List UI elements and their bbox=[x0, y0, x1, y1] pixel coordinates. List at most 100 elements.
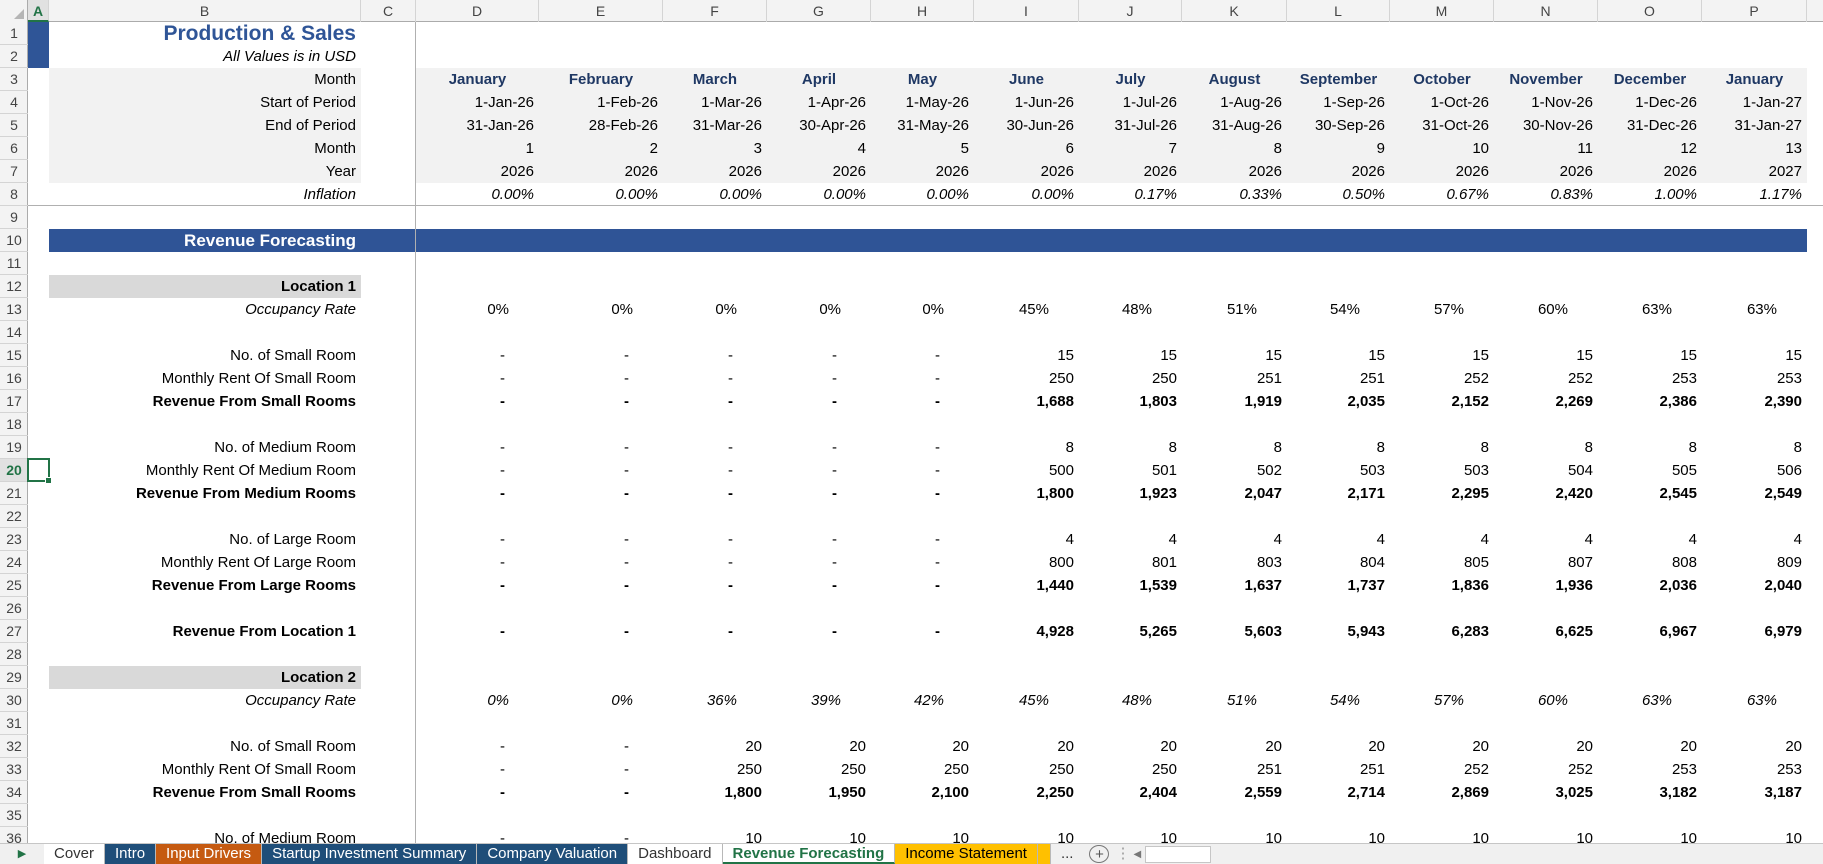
month-header-cell[interactable]: April bbox=[767, 68, 871, 91]
value-cell[interactable]: - bbox=[767, 436, 871, 459]
sheet-tab-intro[interactable]: Intro bbox=[105, 844, 157, 864]
value-cell[interactable]: 0% bbox=[416, 298, 539, 321]
value-cell[interactable]: 39% bbox=[767, 689, 871, 712]
value-cell[interactable]: 5,603 bbox=[1182, 620, 1287, 643]
row-header-32[interactable]: 32 bbox=[0, 735, 28, 758]
row-header-27[interactable]: 27 bbox=[0, 620, 28, 643]
value-cell[interactable]: 6,979 bbox=[1702, 620, 1807, 643]
value-cell[interactable]: 54% bbox=[1287, 689, 1390, 712]
row-header-3[interactable]: 3 bbox=[0, 68, 28, 91]
value-cell[interactable]: - bbox=[663, 344, 767, 367]
end-date-cell[interactable]: 31-Jan-27 bbox=[1702, 114, 1807, 137]
value-cell[interactable]: 250 bbox=[871, 758, 974, 781]
value-cell[interactable]: 3,182 bbox=[1598, 781, 1702, 804]
row-header-18[interactable]: 18 bbox=[0, 413, 28, 436]
value-cell[interactable]: - bbox=[663, 528, 767, 551]
value-cell[interactable]: 15 bbox=[1182, 344, 1287, 367]
value-cell[interactable]: - bbox=[539, 436, 663, 459]
value-cell[interactable]: 63% bbox=[1702, 298, 1807, 321]
column-header-H[interactable]: H bbox=[871, 0, 974, 22]
inflation-cell[interactable]: 1.17% bbox=[1702, 183, 1807, 206]
inflation-cell[interactable]: 0.00% bbox=[539, 183, 663, 206]
month-header-cell[interactable]: December bbox=[1598, 68, 1702, 91]
value-cell[interactable]: - bbox=[871, 620, 974, 643]
value-cell[interactable]: 2,386 bbox=[1598, 390, 1702, 413]
value-cell[interactable]: 502 bbox=[1182, 459, 1287, 482]
value-cell[interactable]: 8 bbox=[1390, 436, 1494, 459]
start-date-cell[interactable]: 1-Nov-26 bbox=[1494, 91, 1598, 114]
value-cell[interactable]: 252 bbox=[1494, 758, 1598, 781]
row-header-23[interactable]: 23 bbox=[0, 528, 28, 551]
value-cell[interactable]: 503 bbox=[1390, 459, 1494, 482]
row-header-30[interactable]: 30 bbox=[0, 689, 28, 712]
inflation-cell[interactable]: 1.00% bbox=[1598, 183, 1702, 206]
start-date-cell[interactable]: 1-Sep-26 bbox=[1287, 91, 1390, 114]
value-cell[interactable]: - bbox=[767, 367, 871, 390]
row-header-16[interactable]: 16 bbox=[0, 367, 28, 390]
value-cell[interactable]: 1,919 bbox=[1182, 390, 1287, 413]
sheet-tab-partial[interactable] bbox=[1037, 844, 1051, 864]
value-cell[interactable]: 4 bbox=[1182, 528, 1287, 551]
value-cell[interactable]: - bbox=[539, 551, 663, 574]
value-cell[interactable]: 4 bbox=[1079, 528, 1182, 551]
year-cell[interactable]: 2026 bbox=[1182, 160, 1287, 183]
value-cell[interactable]: 1,800 bbox=[974, 482, 1079, 505]
value-cell[interactable]: 250 bbox=[663, 758, 767, 781]
column-header-L[interactable]: L bbox=[1287, 0, 1390, 22]
sheet-tab-input-drivers[interactable]: Input Drivers bbox=[156, 844, 263, 864]
value-cell[interactable]: - bbox=[416, 574, 539, 597]
value-cell[interactable]: 2,250 bbox=[974, 781, 1079, 804]
value-cell[interactable]: - bbox=[663, 436, 767, 459]
column-header-P[interactable]: P bbox=[1702, 0, 1807, 22]
add-sheet-icon[interactable]: + bbox=[1089, 845, 1110, 863]
value-cell[interactable]: 8 bbox=[974, 436, 1079, 459]
column-header-D[interactable]: D bbox=[416, 0, 539, 22]
value-cell[interactable]: 253 bbox=[1702, 367, 1807, 390]
value-cell[interactable]: 2,100 bbox=[871, 781, 974, 804]
row-header-11[interactable]: 11 bbox=[0, 252, 28, 275]
month-header-cell[interactable]: July bbox=[1079, 68, 1182, 91]
inflation-cell[interactable]: 0.00% bbox=[767, 183, 871, 206]
value-cell[interactable]: 8 bbox=[1598, 436, 1702, 459]
value-cell[interactable]: 36% bbox=[663, 689, 767, 712]
value-cell[interactable]: - bbox=[416, 528, 539, 551]
value-cell[interactable]: 20 bbox=[1287, 735, 1390, 758]
month-number-cell[interactable]: 4 bbox=[767, 137, 871, 160]
value-cell[interactable]: 809 bbox=[1702, 551, 1807, 574]
value-cell[interactable]: 2,295 bbox=[1390, 482, 1494, 505]
sheet-tab-startup-investment-summary[interactable]: Startup Investment Summary bbox=[262, 844, 478, 864]
end-date-cell[interactable]: 30-Apr-26 bbox=[767, 114, 871, 137]
value-cell[interactable]: 250 bbox=[974, 367, 1079, 390]
row-header-1[interactable]: 1 bbox=[0, 22, 28, 45]
sheet-scroll-right-icon[interactable]: ▶ bbox=[0, 844, 44, 864]
value-cell[interactable]: 1,836 bbox=[1390, 574, 1494, 597]
row-header-5[interactable]: 5 bbox=[0, 114, 28, 137]
value-cell[interactable]: 0% bbox=[539, 298, 663, 321]
month-header-cell[interactable]: September bbox=[1287, 68, 1390, 91]
row-header-4[interactable]: 4 bbox=[0, 91, 28, 114]
value-cell[interactable]: - bbox=[871, 528, 974, 551]
value-cell[interactable]: 251 bbox=[1182, 758, 1287, 781]
month-header-cell[interactable]: March bbox=[663, 68, 767, 91]
month-header-cell[interactable]: November bbox=[1494, 68, 1598, 91]
year-cell[interactable]: 2026 bbox=[1390, 160, 1494, 183]
value-cell[interactable]: - bbox=[416, 735, 539, 758]
value-cell[interactable]: 20 bbox=[1182, 735, 1287, 758]
value-cell[interactable]: 48% bbox=[1079, 689, 1182, 712]
value-cell[interactable]: 2,390 bbox=[1702, 390, 1807, 413]
end-date-cell[interactable]: 31-Jan-26 bbox=[416, 114, 539, 137]
column-header-O[interactable]: O bbox=[1598, 0, 1702, 22]
value-cell[interactable]: 4 bbox=[1494, 528, 1598, 551]
start-date-cell[interactable]: 1-Aug-26 bbox=[1182, 91, 1287, 114]
column-header-N[interactable]: N bbox=[1494, 0, 1598, 22]
value-cell[interactable]: - bbox=[663, 459, 767, 482]
value-cell[interactable]: 252 bbox=[1390, 758, 1494, 781]
year-cell[interactable]: 2026 bbox=[1079, 160, 1182, 183]
value-cell[interactable]: 20 bbox=[767, 735, 871, 758]
value-cell[interactable]: - bbox=[871, 482, 974, 505]
row-header-25[interactable]: 25 bbox=[0, 574, 28, 597]
column-header-K[interactable]: K bbox=[1182, 0, 1287, 22]
value-cell[interactable]: 15 bbox=[974, 344, 1079, 367]
sheet-tab-company-valuation[interactable]: Company Valuation bbox=[477, 844, 629, 864]
month-number-cell[interactable]: 13 bbox=[1702, 137, 1807, 160]
